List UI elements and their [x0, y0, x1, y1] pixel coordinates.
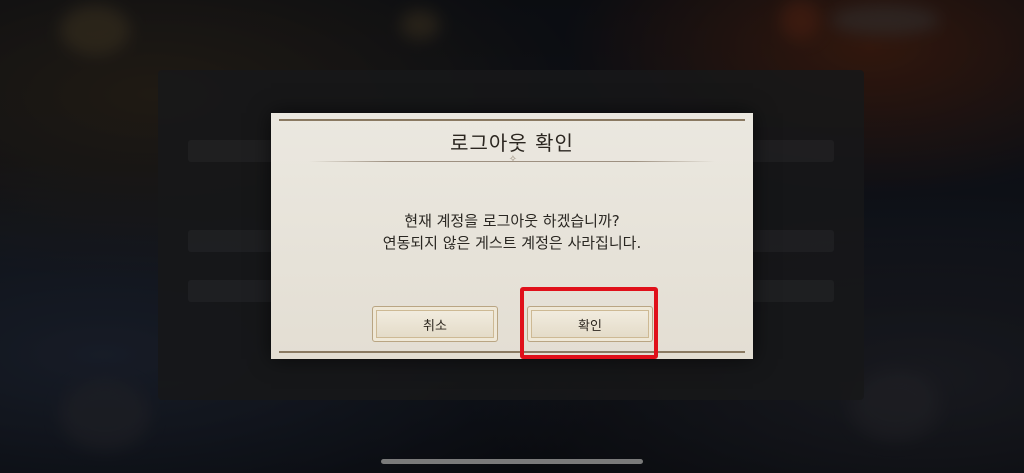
cancel-button-label: 취소	[423, 318, 447, 334]
cancel-button[interactable]: 취소	[372, 306, 498, 342]
divider-ornament-icon: ✧	[508, 154, 518, 165]
dialog-title: 로그아웃 확인	[450, 131, 574, 155]
message-line-2: 연동되지 않은 게스트 계정은 사라집니다.	[382, 234, 642, 252]
dialog-frame-bottom	[279, 351, 745, 353]
dialog-message: 현재 계정을 로그아웃 하겠습니까? 연동되지 않은 게스트 계정은 사라집니다…	[271, 210, 753, 254]
home-indicator[interactable]	[381, 459, 643, 464]
logout-confirm-dialog: 로그아웃 확인 ✧ 현재 계정을 로그아웃 하겠습니까? 연동되지 않은 게스트…	[271, 113, 753, 359]
message-line-1: 현재 계정을 로그아웃 하겠습니까?	[404, 212, 620, 230]
confirm-highlight-box	[520, 287, 658, 359]
dialog-frame-top	[279, 119, 745, 121]
